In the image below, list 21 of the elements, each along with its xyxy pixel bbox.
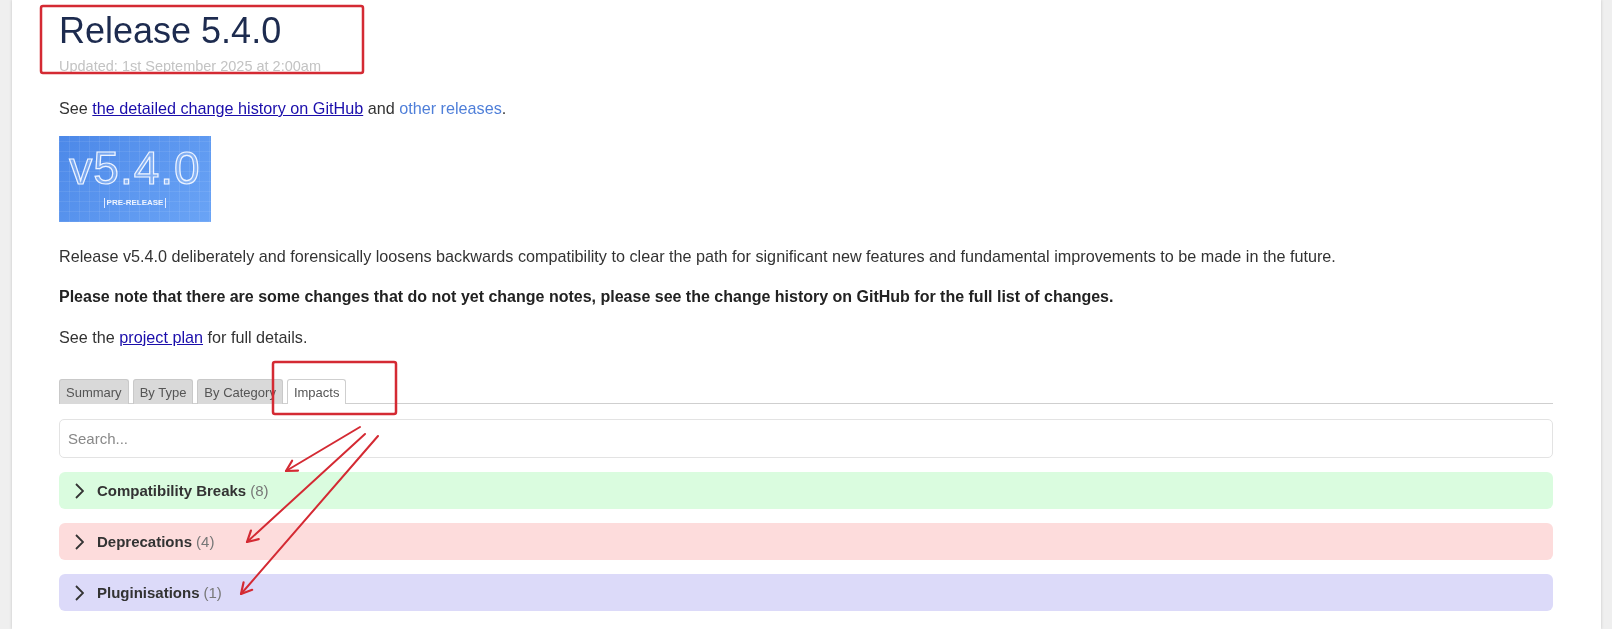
banner-version-text: v5.4.0 [69,144,201,192]
note-text: Please note that there are some changes that do not yet change notes, please see the change history on GitHub for the full list of changes. [59,287,1114,307]
accordion-header[interactable]: Pluginisations (1) [59,574,1553,611]
tab[interactable]: Impacts [286,379,347,404]
accordion-header[interactable]: Deprecations (4) [59,523,1553,560]
link[interactable]: other releases [399,99,502,117]
link[interactable]: project plan [119,328,203,346]
accordion-header[interactable]: Compatibility Breaks (8) [59,472,1553,509]
tab[interactable]: By Type [132,379,194,404]
chevron-right-icon [75,584,84,601]
paragraph: See the detailed change history on GitHub and other releases. [59,98,507,119]
search-field[interactable]: Search... [59,419,1553,458]
link[interactable]: the detailed change history on GitHub [92,99,364,117]
paragraph: See the project plan for full details. [59,327,308,348]
paragraph: Release v5.4.0 deliberately and forensically loosens backwards compatibility to clear the path for significant new features and fundamental improvements to be made in the future. [59,246,1336,267]
chevron-right-icon [75,482,84,499]
chevron-right-icon [75,533,84,550]
updated-timestamp: Updated: 1st September 2025 at 2:00am [59,57,321,76]
tab[interactable]: Summary [59,379,129,404]
banner-caption: PRE-RELEASE [103,198,167,208]
page-title: Release 5.4.0 [59,9,282,53]
